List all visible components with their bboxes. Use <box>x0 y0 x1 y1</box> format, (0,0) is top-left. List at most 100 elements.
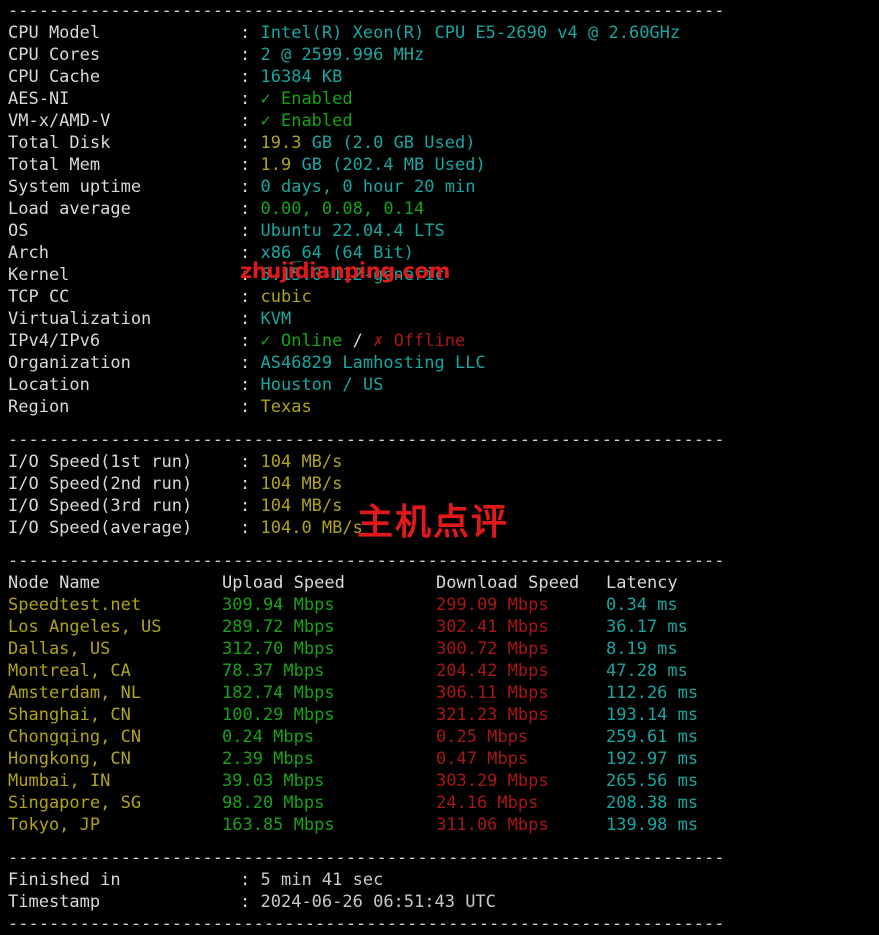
info-colon: : <box>240 375 251 395</box>
io-row-3rd: I/O Speed(3rd run): 104 MB/s <box>0 495 879 517</box>
info-colon: : <box>240 397 251 417</box>
cell-upload: 39.03 Mbps <box>222 771 325 791</box>
cell-upload: 2.39 Mbps <box>222 749 315 769</box>
table-row: Dallas, US 312.70 Mbps 300.72 Mbps 8.19 ms <box>0 638 879 660</box>
io-label-2nd: I/O Speed(2nd run) <box>8 474 193 494</box>
column-header-latency: Latency <box>606 573 678 593</box>
info-value-location: Houston / US <box>260 375 384 395</box>
cell-download: 303.29 Mbps <box>436 771 549 791</box>
info-colon: : <box>240 221 251 241</box>
cell-upload: 78.37 Mbps <box>222 661 325 681</box>
io-value-average: 104.0 MB/s <box>260 518 363 538</box>
cell-latency: 259.61 ms <box>606 727 699 747</box>
cell-node: Speedtest.net <box>8 595 142 615</box>
table-row: Los Angeles, US 289.72 Mbps 302.41 Mbps 36.… <box>0 616 879 638</box>
info-label-total-mem: Total Mem <box>8 155 101 175</box>
cell-node: Shanghai, CN <box>8 705 131 725</box>
info-row-vmx: VM-x/AMD-V: ✓ Enabled <box>0 110 879 132</box>
io-value-1st: 104 MB/s <box>260 452 343 472</box>
info-value-disk-number: 19.3 <box>260 133 302 153</box>
cell-download: 321.23 Mbps <box>436 705 549 725</box>
info-colon: : <box>240 67 251 87</box>
info-label-tcp-cc: TCP CC <box>8 287 70 307</box>
io-label-1st: I/O Speed(1st run) <box>8 452 193 472</box>
info-label-region: Region <box>8 397 70 417</box>
info-colon: : <box>240 111 251 131</box>
info-label-ip-status: IPv4/IPv6 <box>8 331 101 351</box>
footer-row-timestamp: Timestamp: 2024-06-26 06:51:43 UTC <box>0 891 879 913</box>
info-row-uptime: System uptime: 0 days, 0 hour 20 min <box>0 176 879 198</box>
separator-io: ----------------------------------------… <box>8 430 725 450</box>
info-row-cpu-cores: CPU Cores: 2 @ 2599.996 MHz <box>0 44 879 66</box>
info-colon: : <box>240 331 251 351</box>
info-row-cpu-cache: CPU Cache: 16384 KB <box>0 66 879 88</box>
info-colon: : <box>240 89 251 109</box>
info-value-load-average: 0.00, 0.08, 0.14 <box>260 199 425 219</box>
ip-status-divider: / <box>342 331 374 351</box>
cell-upload: 312.70 Mbps <box>222 639 335 659</box>
info-value-mem-rest: GB (202.4 MB Used) <box>291 155 486 175</box>
info-row-region: Region: Texas <box>0 396 879 418</box>
info-colon: : <box>240 518 251 538</box>
table-header-row: Node Name Upload Speed Download Speed Laten… <box>0 572 879 594</box>
cell-latency: 193.14 ms <box>606 705 699 725</box>
table-row: Singapore, SG 98.20 Mbps 24.16 Mbps 208.38 … <box>0 792 879 814</box>
info-colon: : <box>240 353 251 373</box>
cell-node: Chongqing, CN <box>8 727 142 747</box>
info-value-vmx: ✓ Enabled <box>260 111 353 131</box>
info-value-os: Ubuntu 22.04.4 LTS <box>260 221 445 241</box>
info-colon: : <box>240 309 251 329</box>
ipv4-status-badge: ✓ Online <box>260 331 343 351</box>
info-colon: : <box>240 265 251 285</box>
cell-latency: 0.34 ms <box>606 595 678 615</box>
cell-latency: 265.56 ms <box>606 771 699 791</box>
info-row-kernel: Kernel: 5.15.0-112-generic <box>0 264 879 286</box>
terminal-output: ----------------------------------------… <box>0 0 879 934</box>
info-value-mem-number: 1.9 <box>260 155 292 175</box>
info-label-kernel: Kernel <box>8 265 70 285</box>
cell-node: Hongkong, CN <box>8 749 131 769</box>
info-row-total-disk: Total Disk: 19.3 GB (2.0 GB Used) <box>0 132 879 154</box>
info-colon: : <box>240 155 251 175</box>
info-value-aes-ni: ✓ Enabled <box>260 89 353 109</box>
info-value-kernel: 5.15.0-112-generic <box>260 265 445 285</box>
cell-latency: 47.28 ms <box>606 661 688 681</box>
info-row-load-average: Load average: 0.00, 0.08, 0.14 <box>0 198 879 220</box>
info-row-tcp-cc: TCP CC: cubic <box>0 286 879 308</box>
cell-upload: 163.85 Mbps <box>222 815 335 835</box>
column-header-download: Download Speed <box>436 573 580 593</box>
info-colon: : <box>240 177 251 197</box>
info-label-cpu-model: CPU Model <box>8 23 101 43</box>
info-row-virtualization: Virtualization: KVM <box>0 308 879 330</box>
info-row-organization: Organization: AS46829 Lamhosting LLC <box>0 352 879 374</box>
info-row-os: OS: Ubuntu 22.04.4 LTS <box>0 220 879 242</box>
info-value-uptime: 0 days, 0 hour 20 min <box>260 177 476 197</box>
info-colon: : <box>240 23 251 43</box>
info-row-cpu-model: CPU Model: Intel(R) Xeon(R) CPU E5-2690 … <box>0 22 879 44</box>
info-label-vmx: VM-x/AMD-V <box>8 111 111 131</box>
cell-download: 24.16 Mbps <box>436 793 539 813</box>
system-info-block: CPU Model: Intel(R) Xeon(R) CPU E5-2690 … <box>0 22 879 418</box>
cell-latency: 36.17 ms <box>606 617 688 637</box>
info-colon: : <box>240 452 251 472</box>
info-value-organization: AS46829 Lamhosting LLC <box>260 353 486 373</box>
io-value-2nd: 104 MB/s <box>260 474 343 494</box>
info-value-cpu-cache: 16384 KB <box>260 67 343 87</box>
info-label-aes-ni: AES-NI <box>8 89 70 109</box>
cell-upload: 0.24 Mbps <box>222 727 315 747</box>
info-row-total-mem: Total Mem: 1.9 GB (202.4 MB Used) <box>0 154 879 176</box>
table-row: Chongqing, CN 0.24 Mbps 0.25 Mbps 259.61 ms <box>0 726 879 748</box>
table-row: Shanghai, CN 100.29 Mbps 321.23 Mbps 193.14… <box>0 704 879 726</box>
cell-node: Mumbai, IN <box>8 771 111 791</box>
footer-value-timestamp: 2024-06-26 06:51:43 UTC <box>260 892 496 912</box>
cell-node: Tokyo, JP <box>8 815 101 835</box>
cell-upload: 100.29 Mbps <box>222 705 335 725</box>
separator-footer: ----------------------------------------… <box>8 848 725 868</box>
info-label-total-disk: Total Disk <box>8 133 111 153</box>
column-header-node: Node Name <box>8 573 101 593</box>
ipv6-status-badge: ✗ Offline <box>373 331 466 351</box>
info-value-cpu-model: Intel(R) Xeon(R) CPU E5-2690 v4 @ 2.60GH… <box>260 23 681 43</box>
io-value-3rd: 104 MB/s <box>260 496 343 516</box>
table-row: Hongkong, CN 2.39 Mbps 0.47 Mbps 192.97 ms <box>0 748 879 770</box>
